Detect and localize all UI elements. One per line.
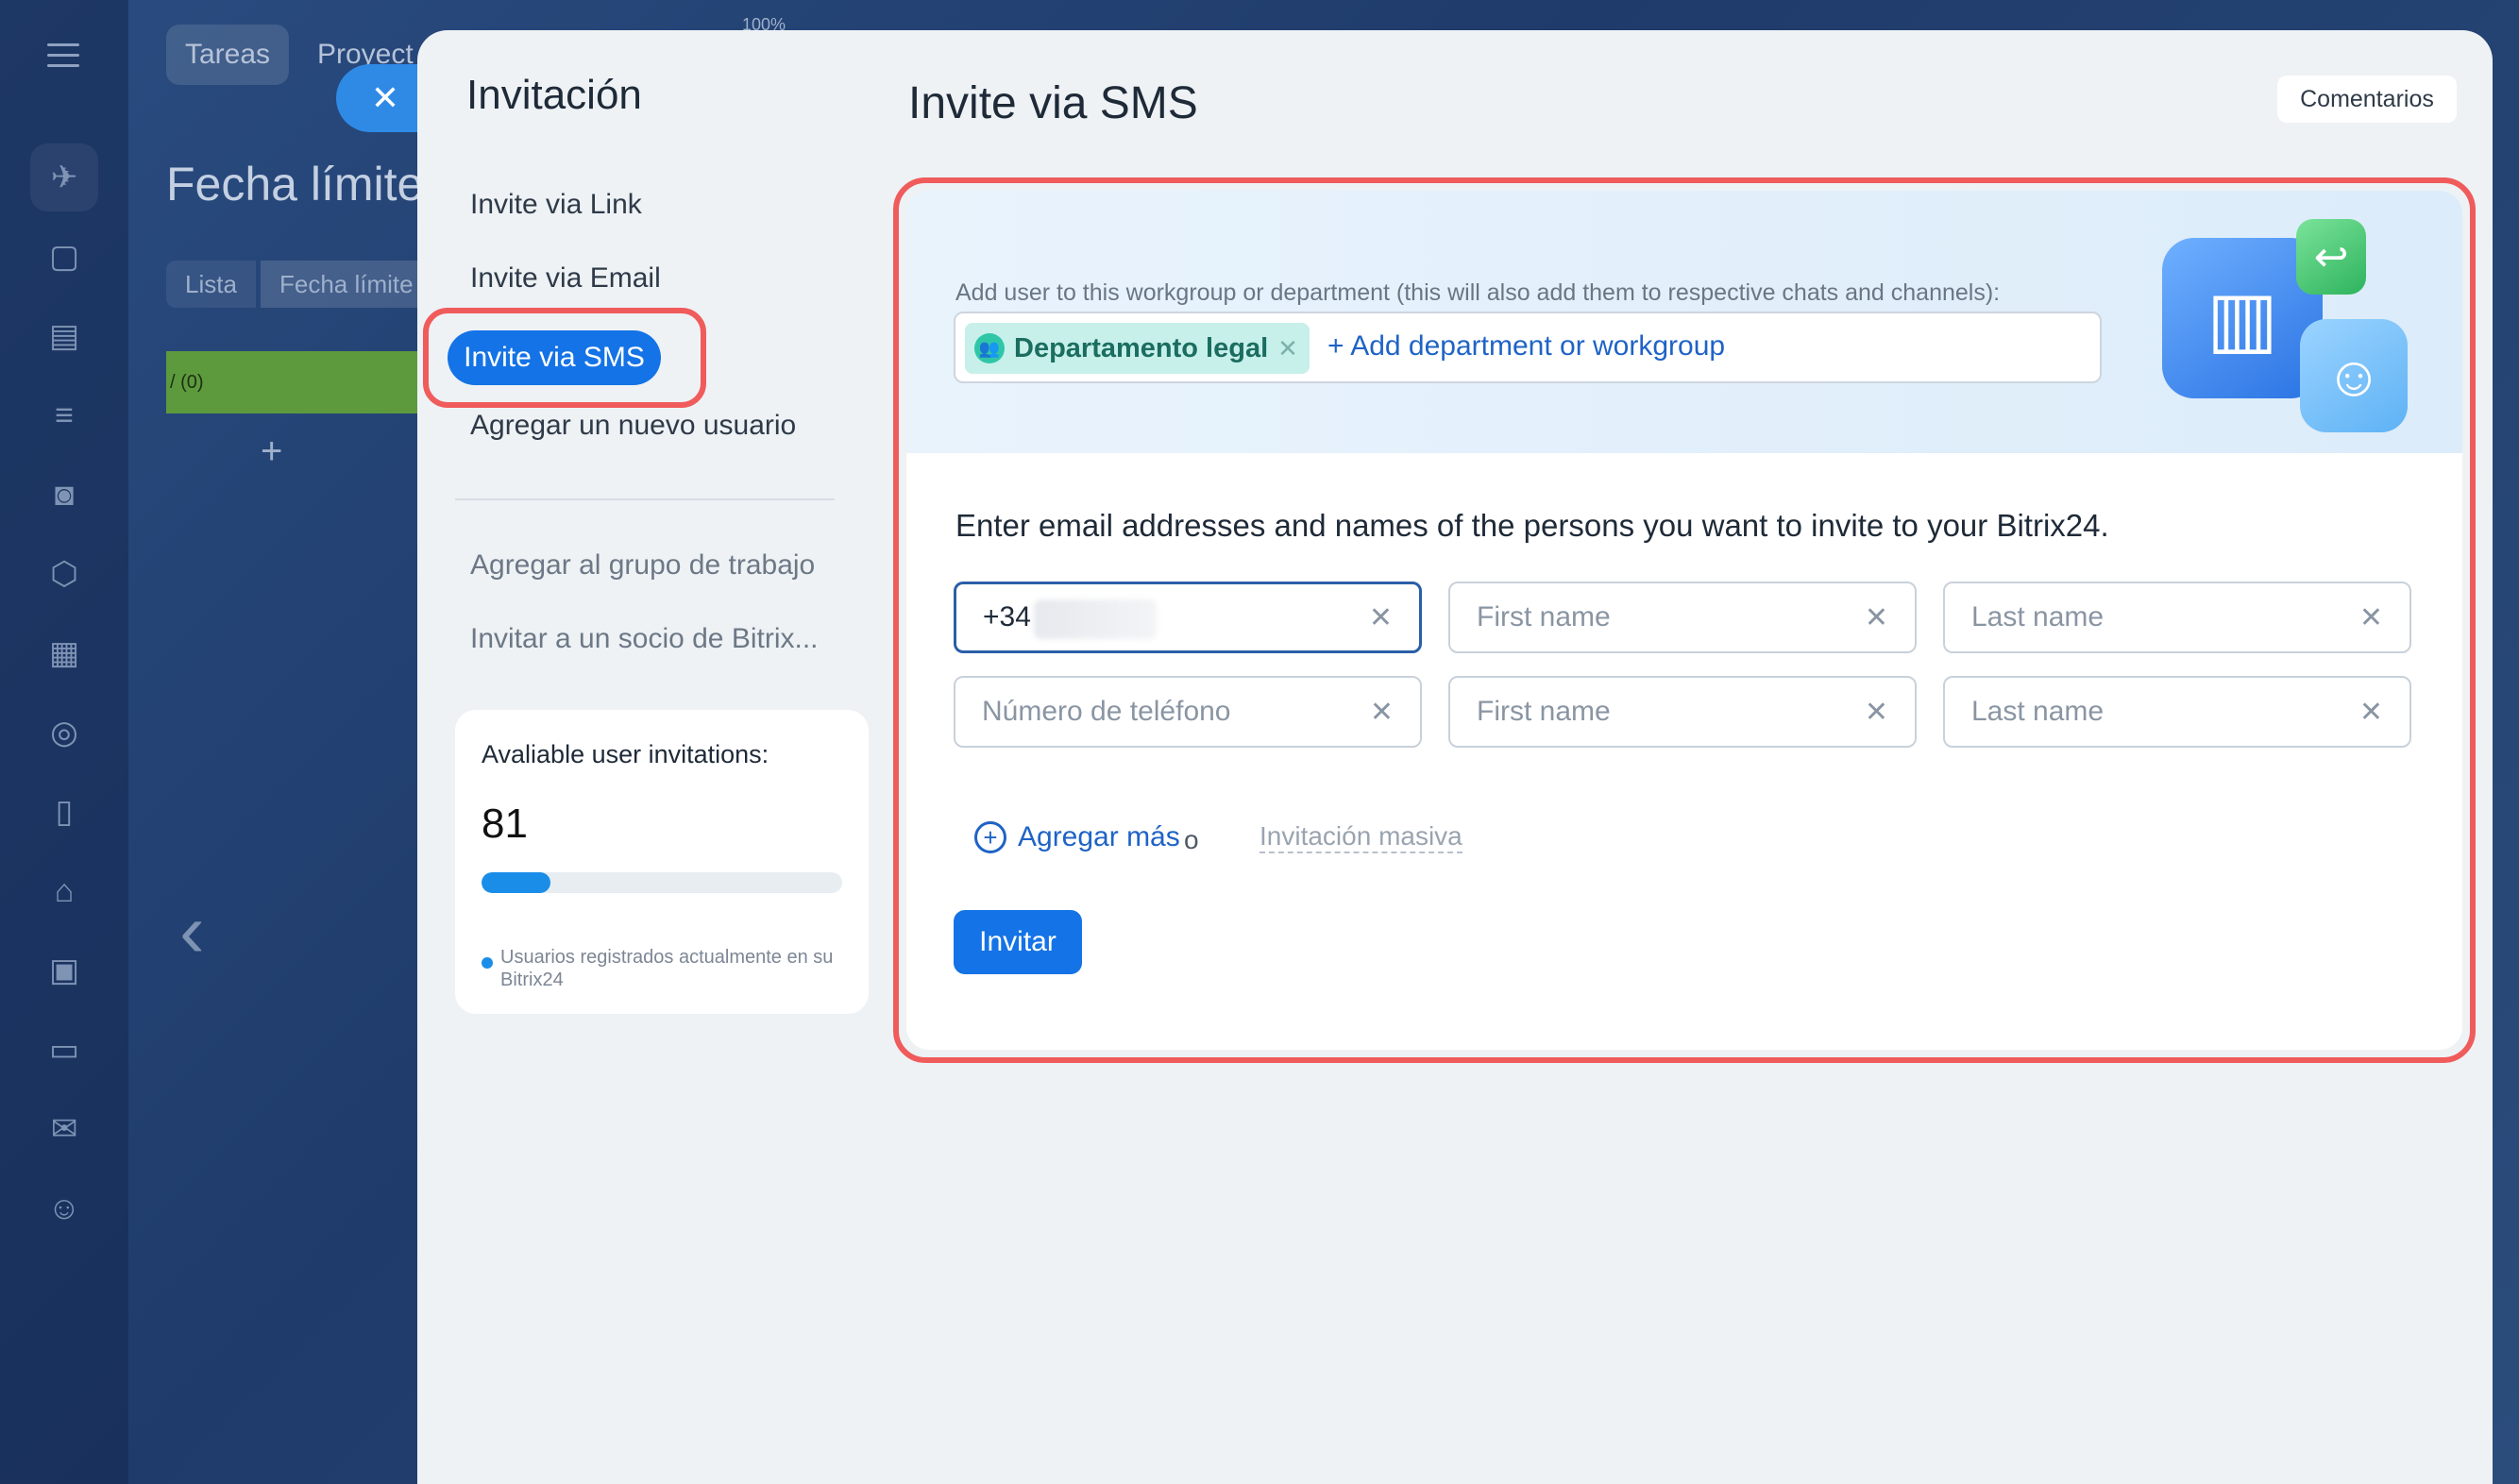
- quota-note: Usuarios registrados actualmente en su B…: [500, 947, 834, 990]
- mail-icon[interactable]: ✉: [30, 1095, 98, 1163]
- robot-icon[interactable]: ◎: [30, 699, 98, 767]
- quota-label: Avaliable user invitations:: [482, 740, 769, 768]
- bg-filter-fecha[interactable]: Fecha límite: [261, 261, 432, 308]
- comments-button[interactable]: Comentarios: [2277, 76, 2457, 123]
- quota-progress-bar: [482, 872, 842, 893]
- quota-value: 81: [482, 801, 528, 847]
- nav-title: Invitación: [466, 72, 642, 118]
- nav-item-partner[interactable]: Invitar a un socio de Bitrix...: [470, 623, 819, 655]
- bg-column-header: / (0): [166, 351, 421, 413]
- presentation-icon[interactable]: ▣: [30, 936, 98, 1004]
- nav-item-link[interactable]: Invite via Link: [470, 189, 642, 221]
- store-icon[interactable]: ⌂: [30, 857, 98, 925]
- hexagon-icon[interactable]: ⬡: [30, 540, 98, 608]
- calendar-icon[interactable]: ▦: [30, 619, 98, 687]
- card-icon[interactable]: ▭: [30, 1016, 98, 1084]
- invite-nav: Invitación Invite via Link Invite via Em…: [417, 30, 874, 1484]
- nav-item-sms[interactable]: Invite via SMS: [448, 330, 661, 385]
- highlight-frame-main: [893, 177, 2476, 1063]
- document-icon[interactable]: ▤: [30, 302, 98, 370]
- invite-panel: Invitación Invite via Link Invite via Em…: [417, 30, 2493, 1484]
- bg-page-title: Fecha límite: [166, 158, 424, 211]
- filter-icon[interactable]: ≡: [30, 381, 98, 449]
- users-icon[interactable]: ☺: [30, 1174, 98, 1242]
- bg-tab-tareas[interactable]: Tareas: [166, 25, 290, 85]
- camera-icon[interactable]: ◙: [30, 461, 98, 529]
- close-icon: ✕: [370, 78, 400, 117]
- nav-item-workgroup[interactable]: Agregar al grupo de trabajo: [470, 549, 815, 582]
- left-rail: ✈ ▢ ▤ ≡ ◙ ⬡ ▦ ◎ ▯ ⌂ ▣ ▭ ✉ ☺: [0, 0, 128, 1484]
- chevron-left-icon[interactable]: ‹: [179, 887, 205, 974]
- file-icon[interactable]: ▯: [30, 778, 98, 846]
- quota-progress-fill: [482, 872, 550, 893]
- menu-icon[interactable]: [47, 43, 79, 68]
- page-title: Invite via SMS: [908, 78, 1198, 128]
- nav-divider: [455, 498, 835, 500]
- legend-dot: [482, 957, 493, 969]
- rocket-icon[interactable]: ✈: [30, 143, 98, 211]
- invitation-quota-card: Avaliable user invitations: 81 Usuarios …: [455, 710, 869, 1014]
- nav-item-email[interactable]: Invite via Email: [470, 262, 661, 295]
- nav-item-new-user[interactable]: Agregar un nuevo usuario: [470, 410, 796, 442]
- bg-add-icon[interactable]: +: [261, 430, 282, 473]
- chat-icon[interactable]: ▢: [30, 223, 98, 291]
- bg-filter-lista[interactable]: Lista: [166, 261, 256, 308]
